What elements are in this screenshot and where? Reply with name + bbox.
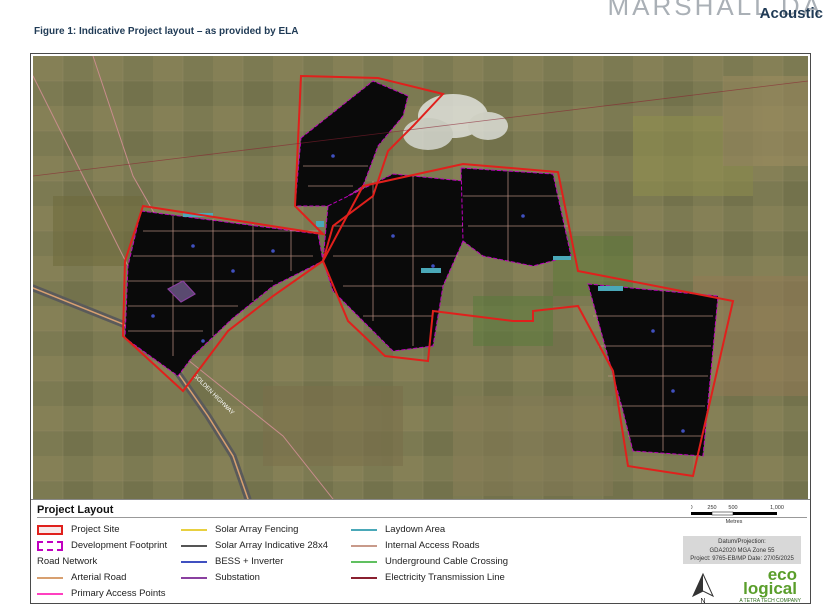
laydown-area-line xyxy=(351,528,377,531)
project-site-swatch xyxy=(37,524,63,535)
map-figure: GOLDEN HIGHWAY Project Layout Project Si… xyxy=(30,53,811,604)
scale-tick-250: 250 xyxy=(707,505,716,511)
north-label: N xyxy=(700,598,705,604)
substation-line xyxy=(181,576,207,579)
bess-line xyxy=(181,560,207,563)
legend-item-bess: BESS + Inverter xyxy=(181,556,283,567)
arterial-road-line xyxy=(37,576,63,579)
scale-segment-2 xyxy=(711,511,734,516)
legend-title: Project Layout xyxy=(37,504,114,516)
legend-item-solar-array: Solar Array Indicative 28x4 xyxy=(181,540,328,551)
ecological-logo: eco logical A TETRA TECH COMPANY xyxy=(731,566,807,604)
legend-item-road-network: Road Network xyxy=(37,556,98,567)
scale-tick-500: 500 xyxy=(728,505,737,511)
solar-array-fencing-line xyxy=(181,528,207,531)
datum-line-1: Datum/Projection: xyxy=(718,539,766,545)
north-arrow-icon: N xyxy=(691,572,715,604)
scale-segment-3 xyxy=(733,512,777,515)
legend-item-primary-access: Primary Access Points xyxy=(37,588,166,599)
scale-tick-0: 0 xyxy=(691,505,693,511)
figure-caption: Figure 1: Indicative Project layout – as… xyxy=(34,26,299,37)
legend-item-substation: Substation xyxy=(181,572,260,583)
project-layout-map[interactable]: GOLDEN HIGHWAY xyxy=(33,56,808,499)
map-legend: Project Layout Project Site Development … xyxy=(31,499,810,604)
legend-item-arterial-road: Arterial Road xyxy=(37,572,126,583)
datum-line-3: Project: 9765-EB/MP Date: 27/05/2025 xyxy=(690,556,794,562)
internal-roads-line xyxy=(351,544,377,547)
scale-segment-1 xyxy=(691,512,712,515)
legend-item-internal-roads: Internal Access Roads xyxy=(351,540,480,551)
legend-item-laydown: Laydown Area xyxy=(351,524,445,535)
transmission-line xyxy=(351,576,377,579)
solar-array-east xyxy=(460,167,572,267)
logo-line-3: A TETRA TECH COMPANY xyxy=(739,598,801,604)
solar-array-line xyxy=(181,544,207,547)
legend-item-transmission: Electricity Transmission Line xyxy=(351,572,505,583)
scale-tick-1000: 1,000 xyxy=(770,505,784,511)
primary-access-line xyxy=(37,592,63,595)
logo-line-2: logical xyxy=(743,579,797,598)
legend-item-solar-fencing: Solar Array Fencing xyxy=(181,524,298,535)
legend-item-cable-crossing: Underground Cable Crossing xyxy=(351,556,508,567)
development-footprint-swatch xyxy=(37,540,63,551)
datum-line-2: GDA2020 MGA Zone 55 xyxy=(709,547,775,554)
legend-item-project-site: Project Site xyxy=(37,524,120,535)
datum-box: Datum/Projection: GDA2020 MGA Zone 55 Pr… xyxy=(683,536,801,564)
scale-unit: Metres xyxy=(726,519,743,525)
cable-crossing-line xyxy=(351,560,377,563)
legend-item-development-footprint: Development Footprint xyxy=(37,540,167,551)
scale-bar: 0 250 500 1,000 Metres xyxy=(691,505,784,525)
brand-subheader: Acoustic xyxy=(759,5,823,22)
